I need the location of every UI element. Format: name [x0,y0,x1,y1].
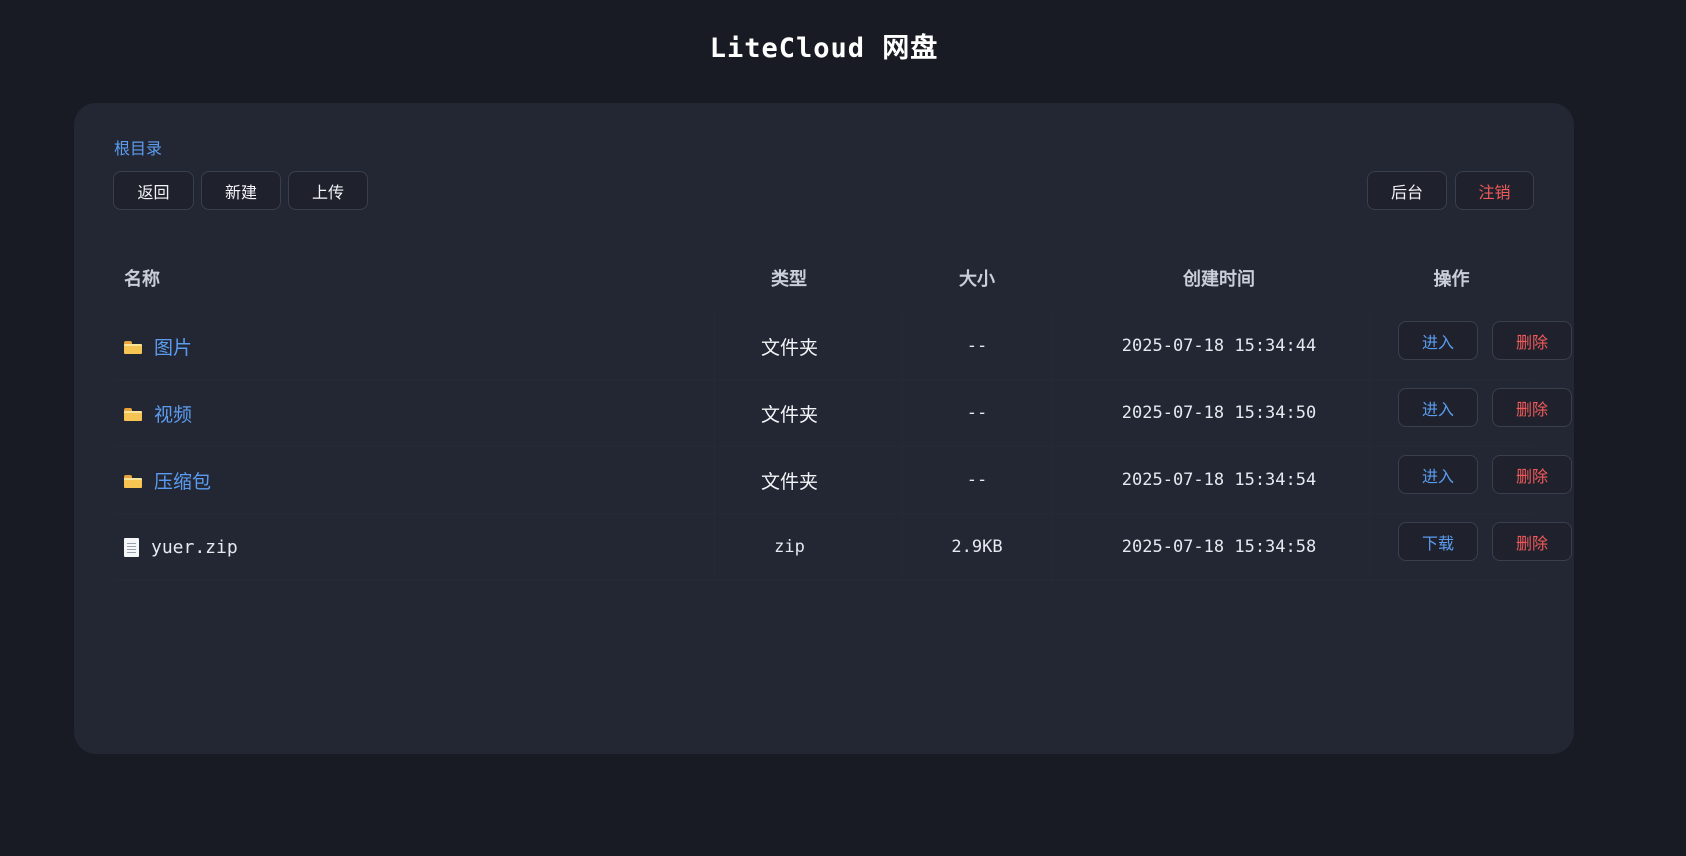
new-button[interactable]: 新建 [201,171,281,210]
enter-button[interactable]: 进入 [1398,388,1478,427]
folder-icon [124,340,142,354]
row-type: zip [774,537,805,557]
download-button[interactable]: 下载 [1398,522,1478,561]
upload-button[interactable]: 上传 [288,171,368,210]
enter-button[interactable]: 进入 [1398,321,1478,360]
row-size: -- [966,470,988,490]
folder-name-link[interactable]: 视频 [154,400,192,427]
row-created: 2025-07-18 15:34:44 [1121,336,1317,356]
file-table: 名称 类型 大小 创建时间 操作 图片 文件夹 -- 2025-07-18 15… [114,243,1572,581]
table-row: 压缩包 文件夹 -- 2025-07-18 15:34:54 进入 删除 [114,447,1572,514]
delete-button[interactable]: 删除 [1492,522,1572,561]
header-type: 类型 [771,269,807,290]
delete-button[interactable]: 删除 [1492,321,1572,360]
folder-icon [124,407,142,421]
row-created: 2025-07-18 15:34:50 [1121,403,1317,423]
table-row: 视频 文件夹 -- 2025-07-18 15:34:50 进入 删除 [114,380,1572,447]
row-created: 2025-07-18 15:34:54 [1121,470,1317,490]
header-time: 创建时间 [1183,269,1255,290]
back-button[interactable]: 返回 [113,171,194,210]
file-icon [124,537,139,557]
row-type: 文件夹 [760,403,818,426]
table-row: 图片 文件夹 -- 2025-07-18 15:34:44 进入 删除 [114,313,1572,380]
folder-name-link[interactable]: 压缩包 [154,467,211,494]
app-title: LiteCloud 网盘 [709,33,939,64]
logout-button[interactable]: 注销 [1455,171,1534,210]
header-size: 大小 [959,269,995,290]
delete-button[interactable]: 删除 [1492,388,1572,427]
enter-button[interactable]: 进入 [1398,455,1478,494]
row-size: -- [966,336,988,356]
row-size: -- [966,403,988,423]
breadcrumb-root[interactable]: 根目录 [114,135,162,159]
table-header: 名称 类型 大小 创建时间 操作 [114,243,1534,313]
file-name: yuer.zip [151,536,238,558]
delete-button[interactable]: 删除 [1492,455,1572,494]
row-created: 2025-07-18 15:34:58 [1121,537,1317,557]
file-panel: 根目录 返回 新建 上传 后台 注销 名称 类型 大小 创建时间 操作 图片 文… [74,103,1574,754]
table-row: yuer.zip zip 2.9KB 2025-07-18 15:34:58 下… [114,514,1572,581]
folder-icon [124,474,142,488]
row-size: 2.9KB [951,537,1003,557]
header-name: 名称 [124,269,160,290]
row-type: 文件夹 [760,336,818,359]
header-ops: 操作 [1433,269,1470,290]
folder-name-link[interactable]: 图片 [154,333,192,360]
admin-button[interactable]: 后台 [1367,171,1447,210]
row-type: 文件夹 [760,470,818,493]
